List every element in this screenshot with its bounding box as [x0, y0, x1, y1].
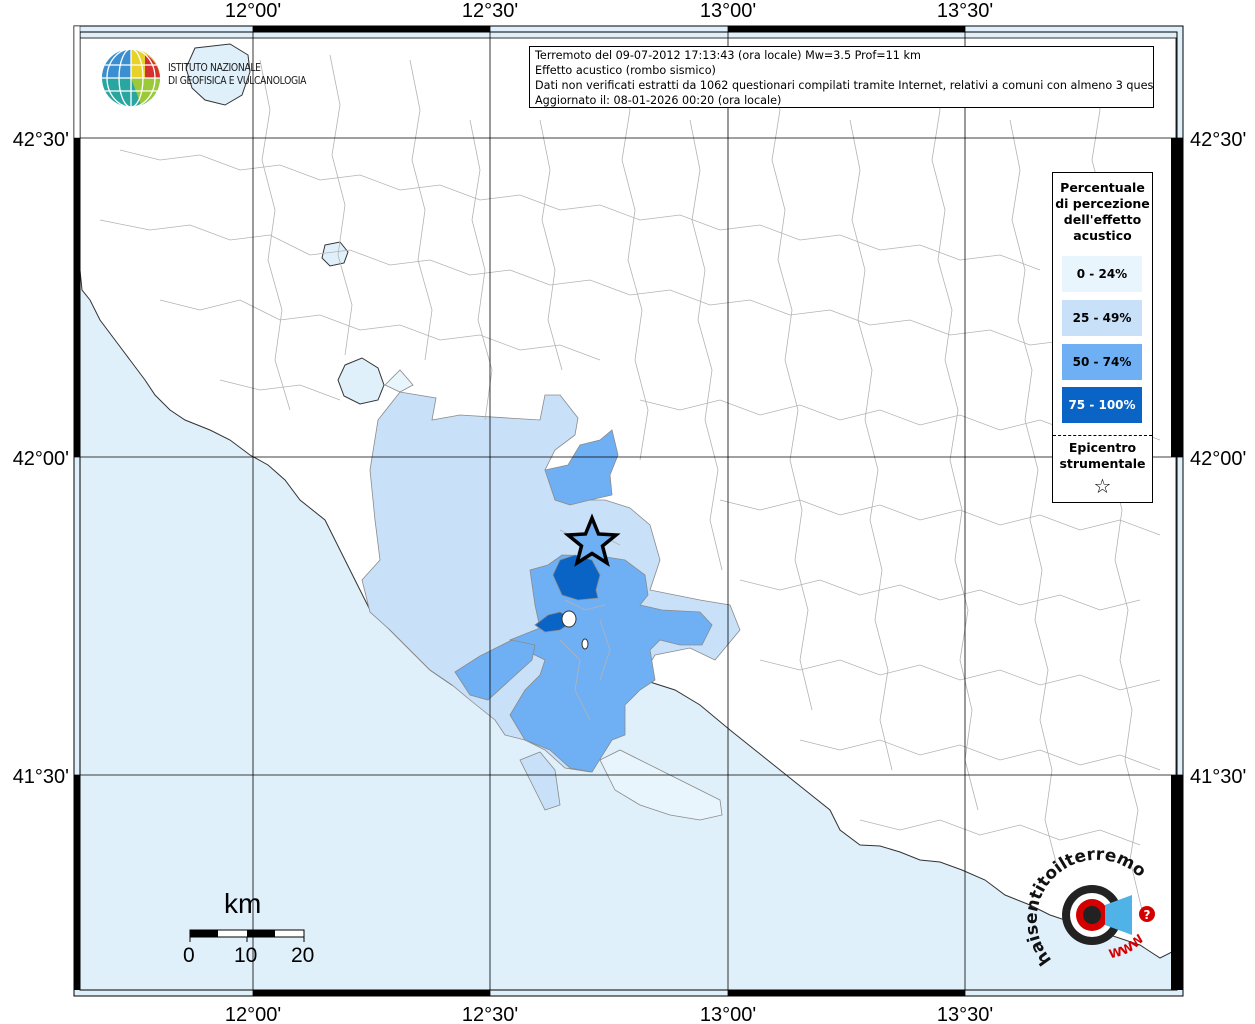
- top-label-1230: 12°30': [462, 0, 518, 22]
- scale-tick-0: 0: [183, 944, 195, 967]
- legend: Percentuale di percezione dell'effetto a…: [1052, 172, 1153, 503]
- event-info-line1: Terremoto del 09-07-2012 17:13:43 (ora l…: [535, 49, 921, 62]
- left-label-4230: 42°30': [13, 129, 69, 151]
- event-info-box: Terremoto del 09-07-2012 17:13:43 (ora l…: [529, 46, 1154, 108]
- top-label-1300: 13°00': [700, 0, 756, 22]
- scale-unit: km: [224, 888, 262, 919]
- ingv-logo-text: ISTITUTO NAZIONALE DI GEOFISICA E VULCAN…: [168, 62, 307, 88]
- right-label-4230: 42°30': [1190, 129, 1246, 151]
- ingv-globe-icon: [102, 48, 160, 108]
- scale-tick-20: 20: [291, 944, 315, 967]
- lake-nemi: [581, 638, 589, 650]
- bottom-label-1230: 12°30': [462, 1004, 518, 1024]
- event-info-line2: Effetto acustico (rombo sismico): [535, 64, 716, 77]
- event-info-line4: Aggiornato il: 08-01-2026 00:20 (ora loc…: [535, 94, 782, 107]
- bottom-label-1300: 13°00': [700, 1004, 756, 1024]
- legend-epicenter-label: Epicentro strumentale: [1059, 440, 1146, 471]
- legend-item-75-100: 75 - 100%: [1062, 387, 1142, 423]
- right-label-4130: 41°30': [1190, 766, 1246, 788]
- lake-albano: [561, 610, 577, 628]
- top-label-1200: 12°00': [225, 0, 281, 22]
- legend-item-50-74: 50 - 74%: [1062, 344, 1142, 380]
- legend-star-icon: ☆: [1093, 474, 1112, 498]
- legend-title: Percentuale di percezione dell'effetto a…: [1055, 180, 1150, 243]
- top-label-1330: 13°30': [937, 0, 993, 22]
- legend-separator: [1053, 435, 1152, 436]
- left-label-4130: 41°30': [13, 766, 69, 788]
- left-label-4200: 42°00': [13, 448, 69, 470]
- ingv-line2: DI GEOFISICA E VULCANOLOGIA: [168, 75, 307, 87]
- bottom-label-1330: 13°30': [937, 1004, 993, 1024]
- scale-tick-10: 10: [234, 944, 258, 967]
- legend-item-25-49: 25 - 49%: [1062, 300, 1142, 336]
- ingv-line1: ISTITUTO NAZIONALE: [168, 62, 261, 74]
- event-info-line3: Dati non verificati estratti da 1062 que…: [535, 79, 1154, 92]
- bottom-label-1200: 12°00': [225, 1004, 281, 1024]
- right-label-4200: 42°00': [1190, 448, 1246, 470]
- legend-item-0-24: 0 - 24%: [1062, 256, 1142, 292]
- badge-question-icon: ?: [1144, 908, 1151, 922]
- intensity-map: 12°00' 12°30' 13°00' 13°30' 12°00' 12°30…: [0, 0, 1246, 1024]
